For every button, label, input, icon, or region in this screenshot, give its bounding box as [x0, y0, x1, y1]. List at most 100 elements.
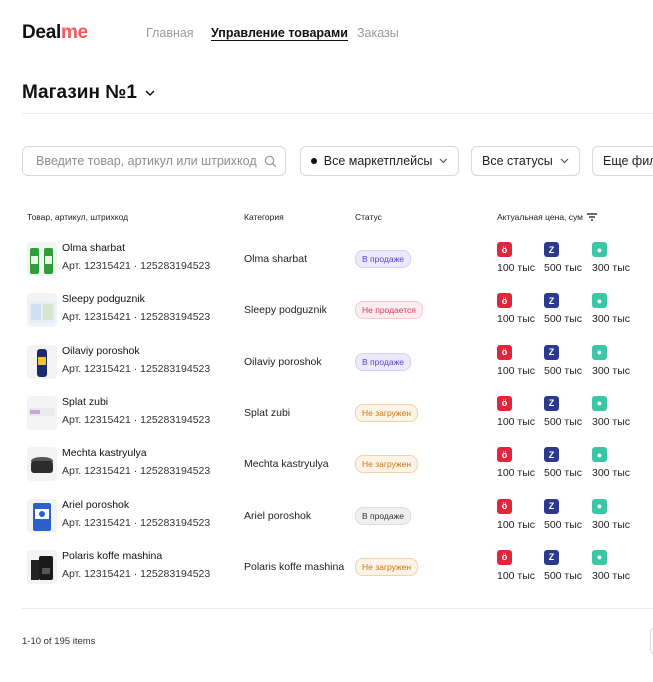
zoodmall-icon: Z — [544, 344, 559, 360]
product-category: Oilaviy poroshok — [244, 355, 322, 368]
olx-icon: ● — [592, 447, 607, 463]
olx-icon: ● — [592, 395, 607, 411]
product-image — [27, 344, 57, 379]
status-badge: В продаже — [355, 250, 412, 268]
status-badge: Не продается — [355, 301, 423, 320]
uzum-market-icon: ö — [497, 498, 512, 514]
olx-icon: ● — [592, 293, 607, 309]
price-value: 500 тыс — [544, 313, 583, 326]
product-article: Арт. 12315421 · 125283194523 — [62, 362, 211, 375]
product-name: Sleepy podguznik — [62, 293, 145, 306]
product-image — [27, 549, 57, 584]
uzum-market-icon: ö — [497, 242, 512, 257]
product-name: Polaris koffe mashina — [62, 549, 163, 562]
product-article: Арт. 12315421 · 125283194523 — [62, 516, 211, 529]
product-category: Olma sharbat — [244, 253, 308, 265]
product-image — [27, 395, 57, 430]
price-value: 300 тыс — [592, 415, 631, 428]
store-name: Магазин №1 — [22, 82, 137, 103]
column-header-product: Товар, артикул, штрихкод — [27, 212, 129, 222]
status-badge: В продаже — [355, 506, 412, 525]
logo-text-accent: me — [60, 22, 88, 43]
price-value: 100 тыс — [497, 313, 536, 326]
product-article: Арт. 12315421 · 125283194523 — [62, 413, 211, 426]
status-badge: В продаже — [355, 352, 412, 371]
store-selector[interactable]: Магазин №1 — [22, 82, 155, 104]
product-name: Oilaviy poroshok — [62, 344, 140, 357]
price-value: 300 тыс — [592, 518, 631, 531]
search-icon[interactable] — [264, 155, 277, 168]
nav-products[interactable]: Управление товарами — [211, 26, 348, 40]
uzum-market-icon: ö — [497, 395, 512, 411]
pagination-info: 1-10 of 195 items — [22, 636, 96, 647]
uzum-market-icon: ö — [497, 344, 512, 360]
product-image — [27, 293, 57, 328]
product-category: Ariel poroshok — [244, 509, 312, 522]
table-row[interactable]: Polaris koffe mashina Арт. 12315421 · 125… — [0, 549, 653, 601]
product-article: Арт. 12315421 · 125283194523 — [62, 311, 211, 324]
price-value: 300 тыс — [592, 313, 631, 326]
price-value: 500 тыс — [544, 467, 583, 480]
uzum-market-icon: ö — [497, 549, 512, 565]
price-value: 100 тыс — [497, 364, 536, 377]
zoodmall-icon: Z — [544, 447, 559, 463]
price-value: 300 тыс — [592, 364, 631, 377]
product-category: Sleepy podguznik — [244, 304, 327, 317]
nav-orders[interactable]: Заказы — [357, 26, 399, 40]
olx-icon: ● — [592, 344, 607, 360]
status-badge: Не загружен — [355, 455, 419, 474]
product-category: Polaris koffe mashina — [244, 560, 345, 573]
divider — [22, 113, 653, 114]
marketplace-filter[interactable]: Все маркетплейсы — [300, 146, 459, 176]
zoodmall-icon: Z — [544, 293, 559, 309]
table-row[interactable]: Oilaviy poroshok Арт. 12315421 · 12528319… — [0, 344, 653, 396]
zoodmall-icon: Z — [544, 549, 559, 565]
table-row[interactable]: Splat zubi Арт. 12315421 · 125283194523 Sp… — [0, 395, 653, 447]
column-header-price[interactable]: Актуальная цена, сум — [497, 212, 598, 222]
price-value: 500 тыс — [544, 415, 583, 428]
dot-icon — [311, 158, 317, 164]
column-header-status: Статус — [355, 212, 382, 222]
chevron-down-icon — [560, 158, 569, 164]
zoodmall-icon: Z — [544, 395, 559, 411]
more-filters-button[interactable]: Еще фильтры — [592, 146, 653, 176]
divider — [22, 608, 653, 609]
product-name: Olma sharbat — [62, 242, 126, 254]
price-value: 100 тыс — [497, 467, 536, 480]
price-value: 500 тыс — [544, 518, 583, 531]
search-input[interactable] — [34, 153, 264, 169]
column-header-price-label: Актуальная цена, сум — [497, 212, 584, 222]
chevron-down-icon — [145, 89, 155, 96]
price-value: 500 тыс — [544, 364, 583, 377]
zoodmall-icon: Z — [544, 498, 559, 514]
price-value: 100 тыс — [497, 518, 536, 531]
uzum-market-icon: ö — [497, 447, 512, 463]
logo-text-main: Deal — [22, 22, 61, 43]
more-filters-label: Еще фильтры — [603, 154, 653, 168]
table-row[interactable]: Olma sharbat Арт. 12315421 · 125283194523… — [0, 242, 653, 293]
logo[interactable]: Dealme — [22, 22, 88, 44]
price-value: 300 тыс — [592, 569, 631, 582]
status-badge: Не загружен — [355, 557, 419, 576]
product-name: Ariel poroshok — [62, 498, 130, 511]
table-row[interactable]: Ariel poroshok Арт. 12315421 · 1252831945… — [0, 498, 653, 550]
zoodmall-icon: Z — [544, 242, 559, 257]
status-filter-label: Все статусы — [482, 154, 553, 168]
olx-icon: ● — [592, 242, 607, 257]
product-article: Арт. 12315421 · 125283194523 — [62, 465, 211, 478]
table-row[interactable]: Sleepy podguznik Арт. 12315421 · 12528319… — [0, 293, 653, 344]
product-category: Mechta kastryulya — [244, 458, 329, 471]
search-field[interactable] — [22, 146, 286, 176]
table-row[interactable]: Mechta kastryulya Арт. 12315421 · 1252831… — [0, 447, 653, 498]
nav-home[interactable]: Главная — [146, 26, 194, 40]
product-image — [27, 498, 57, 533]
price-value: 100 тыс — [497, 415, 536, 428]
price-value: 100 тыс — [497, 569, 536, 582]
status-filter[interactable]: Все статусы — [471, 146, 580, 176]
column-header-category: Категория — [244, 212, 284, 222]
product-name: Splat zubi — [62, 395, 109, 408]
price-value: 500 тыс — [544, 262, 583, 274]
filter-icon[interactable] — [587, 213, 598, 221]
product-name: Mechta kastryulya — [62, 447, 147, 460]
uzum-market-icon: ö — [497, 293, 512, 309]
